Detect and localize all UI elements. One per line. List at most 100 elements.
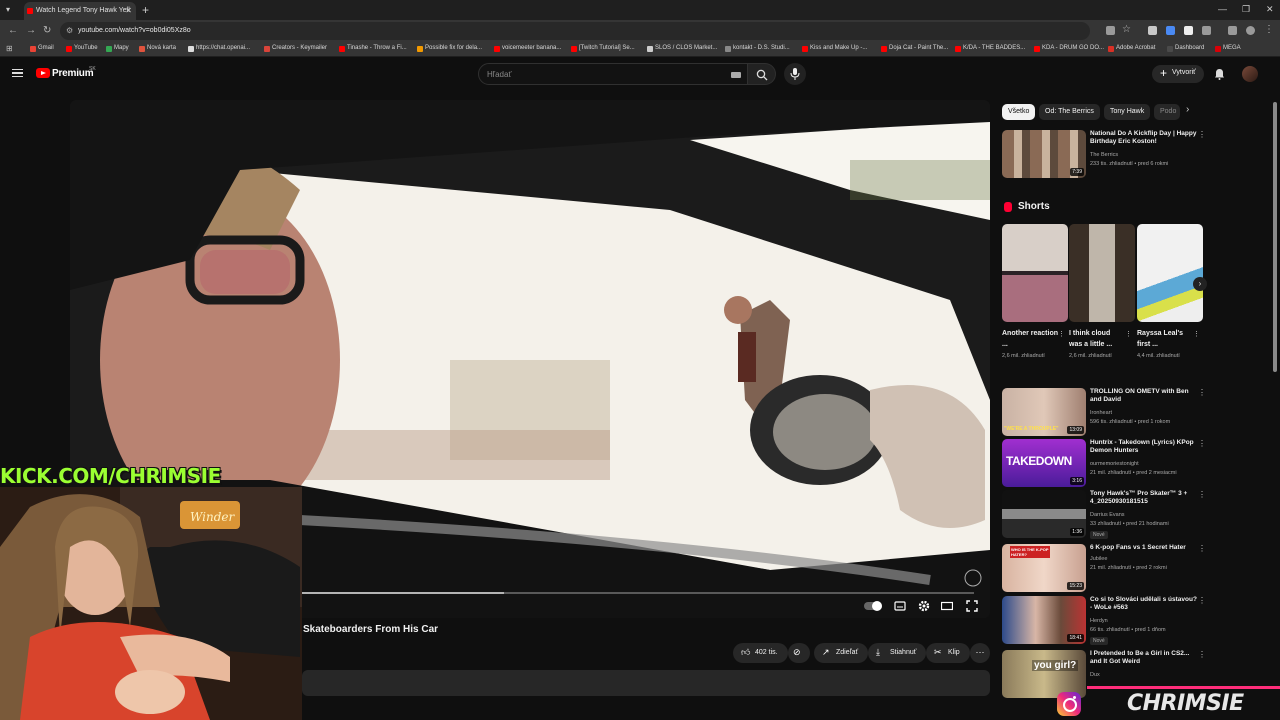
create-button[interactable]: + Vytvoriť [1152, 65, 1204, 83]
recommendation-item[interactable]: WHO IS THE K-POP HATER? 15:23 6 K-pop Fa… [1002, 544, 1207, 592]
close-tab-icon[interactable]: ✕ [125, 6, 132, 15]
chip-from-channel[interactable]: Od: The Berrics [1039, 104, 1100, 120]
more-options-icon[interactable]: ⋮ [1198, 388, 1206, 397]
site-info-icon[interactable]: ⚙ [66, 26, 73, 35]
rec-title[interactable]: Tony Hawk's™ Pro Skater™ 3 + 4_202509301… [1090, 490, 1198, 506]
share-button[interactable]: ↗ Zdieľať [814, 643, 869, 663]
chips-next-icon[interactable]: › [1186, 104, 1189, 115]
bookmark-item[interactable]: Adobe Acrobat [1108, 45, 1155, 52]
recommendation-item[interactable]: 18:41 Co si to Slováci udělali s ústavou… [1002, 596, 1207, 645]
rec-channel[interactable]: The Berrics [1090, 152, 1118, 158]
rec-title[interactable]: Huntrix - Takedown (Lyrics) KPop Demon H… [1090, 439, 1198, 455]
theater-mode-icon[interactable] [941, 600, 953, 612]
bookmark-star-icon[interactable]: ☆ [1122, 24, 1131, 35]
apps-grid-icon[interactable]: ⊞ [6, 44, 13, 53]
rec-channel[interactable]: Jubilee [1090, 556, 1107, 562]
bookmark-item[interactable]: [Twitch Tutorial] Se... [571, 45, 635, 52]
maximize-icon[interactable]: ❐ [1242, 4, 1250, 15]
video-thumbnail[interactable]: 18:41 [1002, 596, 1086, 644]
scrollbar-thumb[interactable] [1273, 102, 1277, 372]
url-field[interactable]: ⚙ youtube.com/watch?v=ob0di05Xz8o [60, 22, 1090, 40]
more-options-icon[interactable]: ⋮ [1198, 596, 1206, 605]
sidepanel-icon[interactable] [1228, 26, 1237, 35]
install-app-icon[interactable] [1106, 26, 1115, 35]
reload-icon[interactable]: ↻ [43, 25, 51, 36]
short-thumbnail[interactable] [1069, 224, 1135, 322]
rec-channel[interactable]: Dux [1090, 672, 1100, 678]
download-button[interactable]: ⤓ Stiahnuť [868, 643, 927, 663]
settings-gear-icon[interactable] [918, 600, 930, 612]
rec-channel[interactable]: ourmemoriestonight [1090, 461, 1139, 467]
more-actions-button[interactable]: ⋯ [970, 643, 990, 663]
new-tab-icon[interactable]: + [142, 3, 149, 17]
bookmark-item[interactable]: Mapy [106, 45, 129, 52]
bookmark-item[interactable]: KDA - DRUM GO DO... [1034, 45, 1104, 52]
fullscreen-icon[interactable] [966, 600, 978, 612]
bookmark-item[interactable]: voicemeeter banana... [494, 45, 561, 52]
bookmark-item[interactable]: Dashboard [1167, 45, 1204, 52]
browser-menu-icon[interactable]: ⋮ [1264, 24, 1274, 35]
extension-icon[interactable] [1166, 26, 1175, 35]
chip-related[interactable]: Podo [1154, 104, 1180, 120]
autoplay-toggle[interactable] [864, 601, 882, 611]
close-window-icon[interactable]: ✕ [1266, 4, 1274, 15]
more-options-icon[interactable]: ⋮ [1198, 544, 1206, 553]
back-icon[interactable]: ← [8, 25, 18, 36]
bookmark-item[interactable]: Gmail [30, 45, 54, 52]
recommendation-item[interactable]: TAKEDOWN 3:16 Huntrix - Takedown (Lyrics… [1002, 439, 1207, 487]
more-options-icon[interactable]: ⋮ [1198, 130, 1206, 139]
bookmark-item[interactable]: K/DA - THE BADDES... [955, 45, 1025, 52]
bookmark-item[interactable]: Kiss and Make Up -... [802, 45, 867, 52]
voice-search-button[interactable] [784, 63, 806, 85]
more-options-icon[interactable]: ⋮ [1125, 330, 1132, 338]
video-thumbnail[interactable]: "WE'RE A THROUPLE" 13:09 [1002, 388, 1086, 436]
extensions-puzzle-icon[interactable] [1202, 26, 1211, 35]
bookmark-item[interactable]: Nová karta [139, 45, 176, 52]
description-box[interactable] [302, 670, 990, 696]
bookmark-item[interactable]: MEGA [1215, 45, 1241, 52]
bookmark-item[interactable]: kontakt - D.S. Studi... [725, 45, 790, 52]
short-thumbnail[interactable] [1002, 224, 1068, 322]
short-title[interactable]: I think cloud was a little ... [1069, 328, 1125, 350]
search-input[interactable]: Hľadať [478, 63, 748, 85]
extension-icon[interactable] [1184, 26, 1193, 35]
bookmark-item[interactable]: YouTube [66, 45, 98, 52]
notifications-bell-icon[interactable] [1214, 68, 1225, 80]
video-thumbnail[interactable]: TAKEDOWN 3:16 [1002, 439, 1086, 487]
rec-title[interactable]: 6 K-pop Fans vs 1 Secret Hater [1090, 544, 1198, 552]
forward-icon[interactable]: → [26, 25, 36, 36]
keyboard-icon[interactable] [731, 72, 741, 78]
chip-all[interactable]: Všetko [1002, 104, 1036, 120]
shorts-next-icon[interactable]: › [1193, 277, 1207, 291]
subtitles-icon[interactable] [894, 600, 906, 612]
bookmark-item[interactable]: Doja Cat - Paint The... [881, 45, 948, 52]
chip-tony-hawk[interactable]: Tony Hawk [1104, 104, 1151, 120]
video-thumbnail[interactable]: 1:36 [1002, 490, 1086, 538]
rec-channel[interactable]: Darrius Evans [1090, 512, 1125, 518]
profile-icon[interactable] [1246, 26, 1255, 35]
browser-tab-active[interactable]: Watch Legend Tony Hawk Yell ✕ [24, 2, 136, 20]
youtube-logo-icon[interactable] [36, 68, 50, 78]
rec-title[interactable]: I Pretended to Be a Girl in CS2... and I… [1090, 650, 1198, 666]
short-title[interactable]: Another reaction ... [1002, 328, 1058, 350]
dislike-button[interactable]: ⊘ [788, 643, 810, 663]
rec-channel[interactable]: Ironheart [1090, 410, 1112, 416]
rec-title[interactable]: Co si to Slováci udělali s ústavou? - Wo… [1090, 596, 1198, 612]
more-options-icon[interactable]: ⋮ [1198, 490, 1206, 499]
bookmark-item[interactable]: Tinashe - Throw a Fi... [339, 45, 407, 52]
search-button[interactable] [748, 63, 776, 85]
more-options-icon[interactable]: ⋮ [1198, 650, 1206, 659]
clip-button[interactable]: ✂ Klip [926, 643, 970, 663]
rec-title[interactable]: National Do A Kickflip Day | Happy Birth… [1090, 130, 1198, 146]
bookmark-item[interactable]: Possible fix for dela... [417, 45, 482, 52]
minimize-icon[interactable]: — [1218, 4, 1227, 14]
bookmark-item[interactable]: SLOS / CLOS Market... [647, 45, 717, 52]
recommendation-item[interactable]: 7:39 National Do A Kickflip Day | Happy … [1002, 130, 1207, 178]
menu-icon[interactable] [12, 69, 23, 77]
bookmark-item[interactable]: Creators - Keymailer [264, 45, 327, 52]
recommendation-item[interactable]: "WE'RE A THROUPLE" 13:09 TROLLING ON OME… [1002, 388, 1207, 436]
video-progress-bar[interactable] [302, 592, 974, 594]
page-scrollbar[interactable] [1272, 92, 1278, 720]
more-options-icon[interactable]: ⋮ [1058, 330, 1065, 338]
more-options-icon[interactable]: ⋮ [1193, 330, 1200, 338]
